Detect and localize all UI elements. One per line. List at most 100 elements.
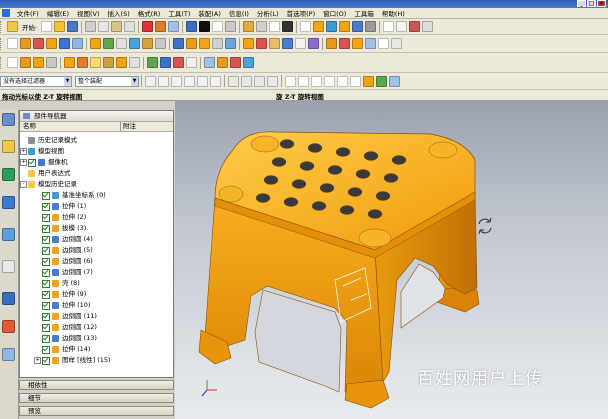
visibility-checkbox[interactable]: [42, 324, 50, 332]
layer-icon[interactable]: [212, 21, 224, 32]
column-name[interactable]: 名称: [23, 122, 36, 131]
through-curves-icon[interactable]: [77, 57, 88, 68]
tree-item[interactable]: 边倒圆 (13): [20, 334, 170, 343]
replace-face-icon[interactable]: [339, 38, 350, 49]
save-icon[interactable]: [67, 21, 79, 32]
move-face-icon[interactable]: [326, 38, 337, 49]
open-folder-icon[interactable]: [54, 21, 66, 32]
menu-window[interactable]: 窗口(O): [319, 8, 350, 18]
line-icon[interactable]: [20, 57, 31, 68]
expand-toggle-icon[interactable]: +: [34, 357, 41, 364]
paste-icon[interactable]: [111, 21, 123, 32]
visibility-checkbox[interactable]: [42, 357, 50, 365]
tangent-snap-icon[interactable]: [311, 75, 322, 87]
color-icon[interactable]: [339, 21, 351, 32]
zoom-icon[interactable]: [256, 21, 268, 32]
web-browser-tab-icon[interactable]: [2, 228, 15, 241]
delete-icon[interactable]: [142, 21, 154, 32]
tree-item[interactable]: 边倒圆 (5): [20, 246, 170, 255]
fit-view-icon[interactable]: [243, 21, 255, 32]
line-snap-icon[interactable]: [285, 75, 296, 87]
menu-help[interactable]: 帮助(H): [378, 8, 409, 18]
select-feature-icon[interactable]: [267, 75, 278, 87]
hd3d-tab-icon[interactable]: [2, 196, 15, 209]
hole-icon[interactable]: [46, 38, 57, 49]
datum-plane-icon[interactable]: [295, 38, 306, 49]
delete-face-icon[interactable]: [365, 38, 376, 49]
assembly-scope-dropdown[interactable]: 整个装配 ▼: [75, 75, 139, 87]
tree-item[interactable]: 拉伸 (2): [20, 213, 170, 222]
more-features-icon[interactable]: [391, 38, 402, 49]
wireframe-icon[interactable]: [269, 21, 281, 32]
blue-snap-icon[interactable]: [389, 75, 400, 87]
edit-param-icon[interactable]: [378, 38, 389, 49]
menu-view[interactable]: 视图(V): [73, 8, 104, 18]
curve-icon[interactable]: [7, 57, 18, 68]
sphere-icon[interactable]: [199, 21, 211, 32]
system-materials-tab-icon[interactable]: [2, 292, 15, 305]
select-face-icon[interactable]: [228, 75, 239, 87]
blend-icon[interactable]: [90, 38, 101, 49]
menu-assembly[interactable]: 装配(A): [194, 8, 225, 18]
tree-item[interactable]: 基准坐标系 (0): [20, 191, 170, 200]
roles-tab-icon[interactable]: [2, 348, 15, 361]
pocket-icon[interactable]: [72, 38, 83, 49]
selection-icon[interactable]: [352, 21, 364, 32]
thicken-icon[interactable]: [269, 38, 280, 49]
assembly-icon[interactable]: [217, 57, 228, 68]
visibility-checkbox[interactable]: [42, 335, 50, 343]
snap-quadrant-icon[interactable]: [184, 75, 195, 87]
part-icon[interactable]: [186, 21, 198, 32]
column-divider[interactable]: [120, 122, 121, 131]
offset-face-icon[interactable]: [243, 38, 254, 49]
grid-icon[interactable]: [383, 21, 395, 32]
query-icon[interactable]: [365, 21, 377, 32]
dependencies-panel[interactable]: 相依性: [19, 380, 174, 390]
snap-point-icon[interactable]: [210, 75, 221, 87]
subtract-icon[interactable]: [186, 38, 197, 49]
section-icon[interactable]: [186, 57, 197, 68]
tree-item[interactable]: 边倒圆 (4): [20, 235, 170, 244]
menu-edit[interactable]: 编辑(E): [43, 8, 73, 18]
expand-toggle-icon[interactable]: +: [20, 148, 27, 155]
start-icon[interactable]: [7, 21, 18, 32]
menu-file[interactable]: 文件(F): [13, 8, 43, 18]
history-tab-icon[interactable]: [2, 260, 15, 273]
text-icon[interactable]: [396, 21, 408, 32]
visibility-checkbox[interactable]: [42, 269, 50, 277]
snap-center-icon[interactable]: [171, 75, 182, 87]
part-navigator-tab-icon[interactable]: [2, 113, 15, 126]
preview-panel[interactable]: 预览: [19, 406, 174, 416]
restore-icon[interactable]: □: [587, 0, 596, 7]
copy-icon[interactable]: [98, 21, 110, 32]
snap-intersection-icon[interactable]: [197, 75, 208, 87]
cut-icon[interactable]: [85, 21, 97, 32]
tree-item[interactable]: + 图样 [线性] (15): [20, 356, 170, 365]
curve-snap-icon[interactable]: [298, 75, 309, 87]
display-icon[interactable]: [155, 21, 167, 32]
process-studio-tab-icon[interactable]: [2, 320, 15, 333]
tree-item[interactable]: 拉伸 (9): [20, 290, 170, 299]
check-icon[interactable]: [147, 57, 158, 68]
toolbar-grip[interactable]: [0, 20, 4, 33]
draft-icon[interactable]: [129, 38, 140, 49]
visibility-checkbox[interactable]: [42, 291, 50, 299]
sketch-icon[interactable]: [300, 21, 312, 32]
close-icon[interactable]: ×: [597, 0, 606, 7]
highlight-icon[interactable]: [313, 21, 325, 32]
component-icon[interactable]: [230, 57, 241, 68]
sketch-new-icon[interactable]: [7, 38, 18, 49]
visibility-checkbox[interactable]: [42, 258, 50, 266]
menu-tools[interactable]: 工具(T): [164, 8, 194, 18]
visibility-checkbox[interactable]: [42, 225, 50, 233]
resize-blend-icon[interactable]: [352, 38, 363, 49]
green-snap-icon[interactable]: [376, 75, 387, 87]
tree-item[interactable]: 边倒圆 (11): [20, 312, 170, 321]
window-icon[interactable]: [168, 21, 180, 32]
measure-icon[interactable]: [326, 21, 338, 32]
revolve-icon[interactable]: [33, 38, 44, 49]
chamfer-icon[interactable]: [103, 38, 114, 49]
unite-icon[interactable]: [173, 38, 184, 49]
intersect-icon[interactable]: [199, 38, 210, 49]
curvature-icon[interactable]: [173, 57, 184, 68]
